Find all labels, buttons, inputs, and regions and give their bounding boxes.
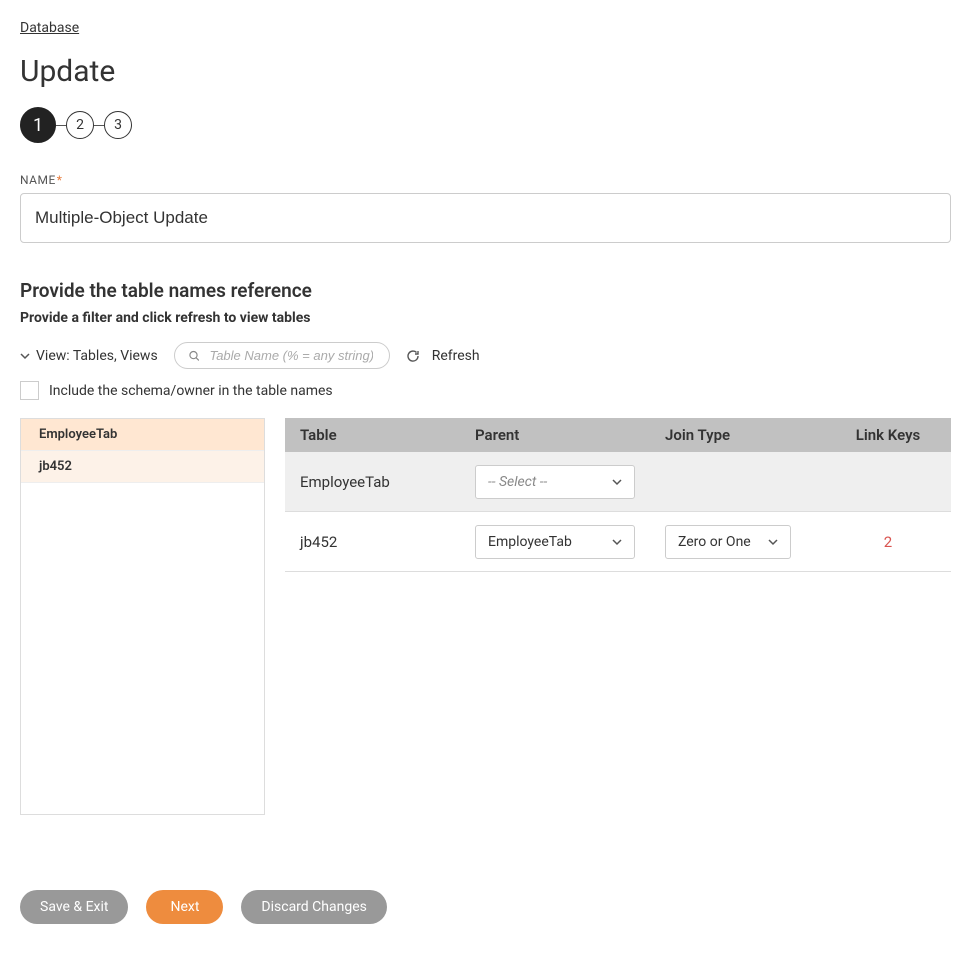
step-3[interactable]: 3: [104, 111, 132, 139]
chevron-down-icon: [612, 477, 622, 487]
parent-select[interactable]: -- Select --: [475, 465, 635, 499]
next-button[interactable]: Next: [146, 890, 223, 924]
save-exit-button[interactable]: Save & Exit: [20, 890, 128, 924]
config-header: Table Parent Join Type Link Keys: [285, 418, 951, 452]
refresh-button[interactable]: Refresh: [406, 348, 480, 364]
header-link: Link Keys: [825, 418, 951, 452]
config-row: EmployeeTab-- Select --: [285, 452, 951, 512]
view-selector[interactable]: View: Tables, Views: [20, 348, 158, 364]
cell-table: jb452: [285, 533, 475, 551]
chevron-down-icon: [20, 351, 30, 361]
config-table: Table Parent Join Type Link Keys Employe…: [285, 418, 951, 572]
refresh-icon: [406, 349, 420, 363]
required-indicator: *: [57, 173, 63, 187]
section-subtitle: Provide a filter and click refresh to vi…: [20, 310, 951, 326]
table-list: EmployeeTabjb452: [20, 418, 265, 815]
header-join: Join Type: [665, 418, 825, 452]
search-box[interactable]: [174, 342, 390, 369]
link-keys-count[interactable]: 2: [884, 533, 892, 551]
name-label: NAME*: [20, 173, 951, 187]
table-list-item[interactable]: EmployeeTab: [21, 419, 264, 451]
discard-button[interactable]: Discard Changes: [241, 890, 386, 924]
parent-select[interactable]: EmployeeTab: [475, 525, 635, 559]
config-row: jb452EmployeeTab Zero or One 2: [285, 512, 951, 572]
cell-parent: EmployeeTab: [475, 525, 665, 559]
cell-join: Zero or One: [665, 525, 825, 559]
view-selector-label: View: Tables, Views: [36, 348, 158, 364]
cell-link: 2: [825, 533, 951, 551]
breadcrumb-database[interactable]: Database: [20, 20, 79, 36]
header-parent: Parent: [475, 418, 665, 452]
search-icon: [189, 350, 200, 362]
refresh-label: Refresh: [432, 348, 480, 364]
schema-checkbox[interactable]: [20, 381, 39, 400]
table-list-item[interactable]: jb452: [21, 451, 264, 483]
schema-checkbox-row: Include the schema/owner in the table na…: [20, 381, 951, 400]
chevron-down-icon: [612, 537, 622, 547]
name-input[interactable]: [20, 193, 951, 243]
step-connector: [56, 125, 66, 126]
step-1[interactable]: 1: [20, 107, 56, 143]
button-row: Save & Exit Next Discard Changes: [20, 890, 951, 924]
step-connector: [94, 125, 104, 126]
header-table: Table: [285, 418, 475, 452]
step-2[interactable]: 2: [66, 111, 94, 139]
search-input[interactable]: [207, 347, 374, 364]
stepper: 1 2 3: [20, 107, 951, 143]
section-title: Provide the table names reference: [20, 279, 951, 302]
chevron-down-icon: [768, 537, 778, 547]
schema-checkbox-label: Include the schema/owner in the table na…: [49, 383, 333, 399]
content-row: EmployeeTabjb452 Table Parent Join Type …: [20, 418, 951, 815]
page-title: Update: [20, 54, 951, 89]
join-select[interactable]: Zero or One: [665, 525, 791, 559]
cell-parent: -- Select --: [475, 465, 665, 499]
filter-row: View: Tables, Views Refresh: [20, 342, 951, 369]
cell-table: EmployeeTab: [285, 473, 475, 491]
